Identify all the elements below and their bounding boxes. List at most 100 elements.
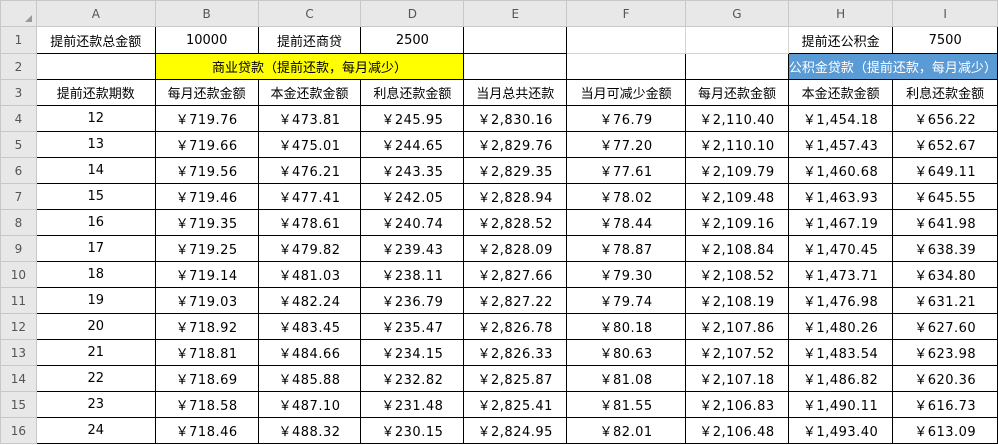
monthly-reduction-cell[interactable]: ￥77.61 <box>566 157 687 184</box>
provident-fund-title[interactable]: 公积金贷款（提前还款，每月减少） <box>787 53 998 80</box>
commercial-monthly-cell[interactable]: ￥719.46 <box>154 183 259 210</box>
total-monthly-cell[interactable]: ￥2,824.95 <box>463 417 568 444</box>
period-cell[interactable]: 19 <box>35 287 156 314</box>
empty-cell[interactable] <box>685 53 789 80</box>
row-header[interactable]: 14 <box>0 365 37 392</box>
fund-interest-cell[interactable]: ￥631.21 <box>892 287 998 314</box>
fund-interest-cell[interactable]: ￥638.39 <box>892 235 998 262</box>
header-period[interactable]: 提前还款期数 <box>35 79 156 106</box>
commercial-principal-cell[interactable]: ￥484.66 <box>257 339 362 366</box>
monthly-reduction-cell[interactable]: ￥81.08 <box>566 365 687 392</box>
commercial-principal-cell[interactable]: ￥478.61 <box>257 209 362 236</box>
fund-monthly-cell[interactable]: ￥2,108.52 <box>685 261 789 288</box>
row-header[interactable]: 8 <box>0 209 37 236</box>
header-commercial-monthly[interactable]: 每月还款金额 <box>154 79 259 106</box>
header-total-monthly[interactable]: 当月总共还款 <box>463 79 568 106</box>
commercial-principal-cell[interactable]: ￥483.45 <box>257 313 362 340</box>
column-header-h[interactable]: H <box>787 0 894 27</box>
fund-interest-cell[interactable]: ￥641.98 <box>892 209 998 236</box>
commercial-principal-cell[interactable]: ￥475.01 <box>257 131 362 158</box>
header-commercial-interest[interactable]: 利息还款金额 <box>360 79 465 106</box>
fund-interest-cell[interactable]: ￥652.67 <box>892 131 998 158</box>
row-header[interactable]: 1 <box>0 26 37 54</box>
commercial-monthly-cell[interactable]: ￥718.58 <box>154 391 259 418</box>
fund-interest-cell[interactable]: ￥649.11 <box>892 157 998 184</box>
fund-interest-cell[interactable]: ￥627.60 <box>892 313 998 340</box>
total-monthly-cell[interactable]: ￥2,825.41 <box>463 391 568 418</box>
column-header-a[interactable]: A <box>35 0 156 27</box>
empty-cell[interactable] <box>35 53 156 80</box>
fund-principal-cell[interactable]: ￥1,460.68 <box>787 157 894 184</box>
commercial-interest-cell[interactable]: ￥230.15 <box>360 417 465 444</box>
commercial-monthly-cell[interactable]: ￥718.81 <box>154 339 259 366</box>
monthly-reduction-cell[interactable]: ￥80.18 <box>566 313 687 340</box>
commercial-prepay-label[interactable]: 提前还商贷 <box>257 26 362 54</box>
row-header[interactable]: 3 <box>0 79 37 106</box>
fund-principal-cell[interactable]: ￥1,483.54 <box>787 339 894 366</box>
row-header[interactable]: 15 <box>0 391 37 418</box>
row-header[interactable]: 16 <box>0 417 37 444</box>
empty-cell[interactable] <box>463 53 568 80</box>
fund-interest-cell[interactable]: ￥613.09 <box>892 417 998 444</box>
fund-monthly-cell[interactable]: ￥2,109.79 <box>685 157 789 184</box>
fund-principal-cell[interactable]: ￥1,486.82 <box>787 365 894 392</box>
period-cell[interactable]: 15 <box>35 183 156 210</box>
commercial-interest-cell[interactable]: ￥236.79 <box>360 287 465 314</box>
total-monthly-cell[interactable]: ￥2,828.52 <box>463 209 568 236</box>
row-header[interactable]: 5 <box>0 131 37 158</box>
commercial-principal-cell[interactable]: ￥485.88 <box>257 365 362 392</box>
total-monthly-cell[interactable]: ￥2,827.22 <box>463 287 568 314</box>
row-header[interactable]: 10 <box>0 261 37 288</box>
commercial-principal-cell[interactable]: ￥476.21 <box>257 157 362 184</box>
commercial-principal-cell[interactable]: ￥479.82 <box>257 235 362 262</box>
period-cell[interactable]: 24 <box>35 417 156 444</box>
commercial-interest-cell[interactable]: ￥244.65 <box>360 131 465 158</box>
monthly-reduction-cell[interactable]: ￥80.63 <box>566 339 687 366</box>
row-header[interactable]: 12 <box>0 313 37 340</box>
row-header[interactable]: 2 <box>0 53 37 80</box>
period-cell[interactable]: 23 <box>35 391 156 418</box>
commercial-interest-cell[interactable]: ￥245.95 <box>360 105 465 132</box>
commercial-interest-cell[interactable]: ￥239.43 <box>360 235 465 262</box>
period-cell[interactable]: 16 <box>35 209 156 236</box>
monthly-reduction-cell[interactable]: ￥79.74 <box>566 287 687 314</box>
total-monthly-cell[interactable]: ￥2,825.87 <box>463 365 568 392</box>
header-fund-monthly[interactable]: 每月还款金额 <box>685 79 789 106</box>
empty-cell[interactable] <box>566 26 687 54</box>
total-prepay-label[interactable]: 提前还款总金额 <box>35 26 156 54</box>
total-monthly-cell[interactable]: ￥2,830.16 <box>463 105 568 132</box>
commercial-monthly-cell[interactable]: ￥719.56 <box>154 157 259 184</box>
monthly-reduction-cell[interactable]: ￥81.55 <box>566 391 687 418</box>
fund-prepay-value[interactable]: 7500 <box>892 26 998 54</box>
monthly-reduction-cell[interactable]: ￥78.02 <box>566 183 687 210</box>
fund-monthly-cell[interactable]: ￥2,109.16 <box>685 209 789 236</box>
fund-monthly-cell[interactable]: ￥2,108.19 <box>685 287 789 314</box>
fund-interest-cell[interactable]: ￥656.22 <box>892 105 998 132</box>
fund-monthly-cell[interactable]: ￥2,110.40 <box>685 105 789 132</box>
commercial-monthly-cell[interactable]: ￥719.35 <box>154 209 259 236</box>
column-header-f[interactable]: F <box>566 0 687 27</box>
period-cell[interactable]: 18 <box>35 261 156 288</box>
commercial-monthly-cell[interactable]: ￥718.92 <box>154 313 259 340</box>
commercial-prepay-value[interactable]: 2500 <box>360 26 465 54</box>
select-all-corner[interactable] <box>0 0 37 27</box>
fund-monthly-cell[interactable]: ￥2,106.83 <box>685 391 789 418</box>
period-cell[interactable]: 17 <box>35 235 156 262</box>
period-cell[interactable]: 14 <box>35 157 156 184</box>
commercial-monthly-cell[interactable]: ￥718.46 <box>154 417 259 444</box>
column-header-e[interactable]: E <box>463 0 568 27</box>
commercial-interest-cell[interactable]: ￥240.74 <box>360 209 465 236</box>
commercial-interest-cell[interactable]: ￥234.15 <box>360 339 465 366</box>
fund-monthly-cell[interactable]: ￥2,107.52 <box>685 339 789 366</box>
period-cell[interactable]: 20 <box>35 313 156 340</box>
fund-interest-cell[interactable]: ￥634.80 <box>892 261 998 288</box>
commercial-monthly-cell[interactable]: ￥719.66 <box>154 131 259 158</box>
total-monthly-cell[interactable]: ￥2,826.33 <box>463 339 568 366</box>
fund-principal-cell[interactable]: ￥1,457.43 <box>787 131 894 158</box>
fund-principal-cell[interactable]: ￥1,473.71 <box>787 261 894 288</box>
commercial-principal-cell[interactable]: ￥473.81 <box>257 105 362 132</box>
commercial-monthly-cell[interactable]: ￥719.25 <box>154 235 259 262</box>
fund-monthly-cell[interactable]: ￥2,109.48 <box>685 183 789 210</box>
fund-principal-cell[interactable]: ￥1,476.98 <box>787 287 894 314</box>
commercial-principal-cell[interactable]: ￥488.32 <box>257 417 362 444</box>
